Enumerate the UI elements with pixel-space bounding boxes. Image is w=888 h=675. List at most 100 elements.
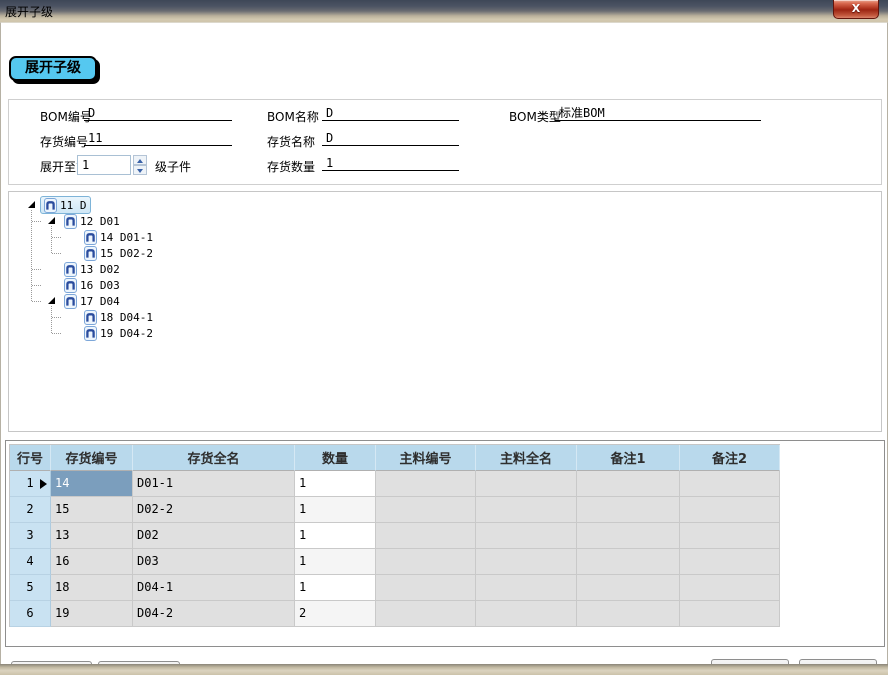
tree-node[interactable]: 16 D03 <box>9 277 124 293</box>
table-cell[interactable]: 15 <box>51 497 133 523</box>
row-number-cell[interactable]: 4 <box>10 549 51 575</box>
close-button[interactable]: X <box>833 0 879 19</box>
tree-connector-line <box>32 221 41 222</box>
table-cell[interactable]: 1 <box>295 575 376 601</box>
table-cell[interactable]: 2 <box>295 601 376 627</box>
row-number-cell[interactable]: 5 <box>10 575 51 601</box>
table-cell[interactable] <box>680 601 780 627</box>
table-cell[interactable]: 1 <box>295 497 376 523</box>
table-cell[interactable] <box>577 471 680 497</box>
table-cell[interactable] <box>376 471 476 497</box>
table-cell[interactable]: D04-1 <box>133 575 295 601</box>
row-number-cell[interactable]: 1 <box>10 471 51 497</box>
row-number: 5 <box>26 580 34 594</box>
table-cell[interactable] <box>577 549 680 575</box>
table-cell[interactable] <box>376 601 476 627</box>
close-icon: X <box>851 2 861 15</box>
tree-connector-line <box>51 226 52 253</box>
column-header[interactable]: 备注1 <box>577 445 680 471</box>
tree-connector-line <box>52 237 61 238</box>
table-cell[interactable] <box>476 471 577 497</box>
bom-tree: 11 D 12 D01 14 D01-1 15 D02-2 13 D02 16 D03 17… <box>8 191 882 432</box>
table-cell[interactable]: 19 <box>51 601 133 627</box>
table-cell[interactable]: 1 <box>295 549 376 575</box>
tree-node-label: 18 D04-1 <box>100 310 153 324</box>
table-cell[interactable]: D02 <box>133 523 295 549</box>
column-header[interactable]: 行号 <box>10 445 51 471</box>
expand-children-button[interactable]: 展开子级 <box>9 56 97 81</box>
tree-node-content[interactable]: 19 D04-2 <box>80 324 157 342</box>
table-cell[interactable] <box>376 549 476 575</box>
tree-connector-line <box>32 269 41 270</box>
table-cell[interactable] <box>680 497 780 523</box>
bom-item-icon <box>84 325 97 341</box>
table-cell[interactable] <box>577 575 680 601</box>
tree-connector-line <box>31 210 32 301</box>
tree-node[interactable]: 17 D04 <box>9 293 124 309</box>
bom-grid: 行号 存货编号 存货全名 数量 主料编号 主料全名 备注1 备注2 1 14 D01-1 1 2 15 D0… <box>9 444 780 627</box>
expand-level-input[interactable]: 1 <box>77 155 131 175</box>
table-cell[interactable]: 1 <box>295 523 376 549</box>
table-cell[interactable] <box>476 497 577 523</box>
tree-node[interactable]: 13 D02 <box>9 261 124 277</box>
column-header[interactable]: 存货全名 <box>133 445 295 471</box>
table-cell[interactable]: 1 <box>295 471 376 497</box>
table-cell[interactable] <box>680 575 780 601</box>
table-cell[interactable] <box>376 497 476 523</box>
table-cell[interactable] <box>376 523 476 549</box>
column-header[interactable]: 主料编号 <box>376 445 476 471</box>
row-number-cell[interactable]: 3 <box>10 523 51 549</box>
table-cell[interactable] <box>476 575 577 601</box>
tree-arrow-spacer <box>46 280 60 290</box>
table-cell[interactable]: 16 <box>51 549 133 575</box>
spinner-down-button[interactable] <box>133 165 147 175</box>
bom-item-icon <box>84 229 97 245</box>
table-cell[interactable] <box>376 575 476 601</box>
tree-arrow-spacer <box>46 264 60 274</box>
table-cell[interactable] <box>577 601 680 627</box>
table-cell[interactable]: D02-2 <box>133 497 295 523</box>
column-header[interactable]: 主料全名 <box>476 445 577 471</box>
inv-qty-value: 1 <box>322 156 459 171</box>
table-cell[interactable] <box>680 471 780 497</box>
table-cell[interactable]: 13 <box>51 523 133 549</box>
tree-node-label: 15 D02-2 <box>100 246 153 260</box>
bom-type-value: 标准BOM <box>555 106 761 121</box>
table-cell[interactable] <box>476 523 577 549</box>
row-number-cell[interactable]: 6 <box>10 601 51 627</box>
tree-expanded-arrow-icon[interactable] <box>46 296 60 306</box>
tree-node[interactable]: 18 D04-1 <box>9 309 157 325</box>
window-title: 展开子级 <box>5 5 54 19</box>
tree-node[interactable]: 12 D01 <box>9 213 124 229</box>
table-cell[interactable] <box>577 523 680 549</box>
table-row: 4 16 D03 1 <box>10 549 780 575</box>
tree-node-label: 17 D04 <box>80 294 120 308</box>
table-cell[interactable]: D01-1 <box>133 471 295 497</box>
dialog-body: 展开子级 BOM编号 D BOM名称 D BOM类型 标准BOM 存货编号 11… <box>0 22 888 675</box>
tree-node[interactable]: 11 D <box>9 196 91 214</box>
column-header[interactable]: 存货编号 <box>51 445 133 471</box>
table-cell[interactable] <box>476 601 577 627</box>
row-number: 1 <box>26 476 34 490</box>
table-cell[interactable]: 14 <box>51 471 133 497</box>
table-cell[interactable] <box>577 497 680 523</box>
table-cell[interactable]: D03 <box>133 549 295 575</box>
tree-expanded-arrow-icon[interactable] <box>26 200 40 210</box>
column-header[interactable]: 数量 <box>295 445 376 471</box>
table-cell[interactable] <box>680 523 780 549</box>
row-number-cell[interactable]: 2 <box>10 497 51 523</box>
table-cell[interactable] <box>680 549 780 575</box>
tree-connector-line <box>52 253 61 254</box>
column-header[interactable]: 备注2 <box>680 445 780 471</box>
tree-expanded-arrow-icon[interactable] <box>46 216 60 226</box>
title-bar[interactable]: 展开子级 X <box>0 0 888 22</box>
table-cell[interactable]: 18 <box>51 575 133 601</box>
tree-node[interactable]: 19 D04-2 <box>9 325 157 341</box>
table-cell[interactable]: D04-2 <box>133 601 295 627</box>
table-cell[interactable] <box>476 549 577 575</box>
table-row: 5 18 D04-1 1 <box>10 575 780 601</box>
bom-item-icon <box>64 213 77 229</box>
bom-item-icon <box>64 261 77 277</box>
row-number: 3 <box>26 528 34 542</box>
spinner-up-button[interactable] <box>133 155 147 165</box>
